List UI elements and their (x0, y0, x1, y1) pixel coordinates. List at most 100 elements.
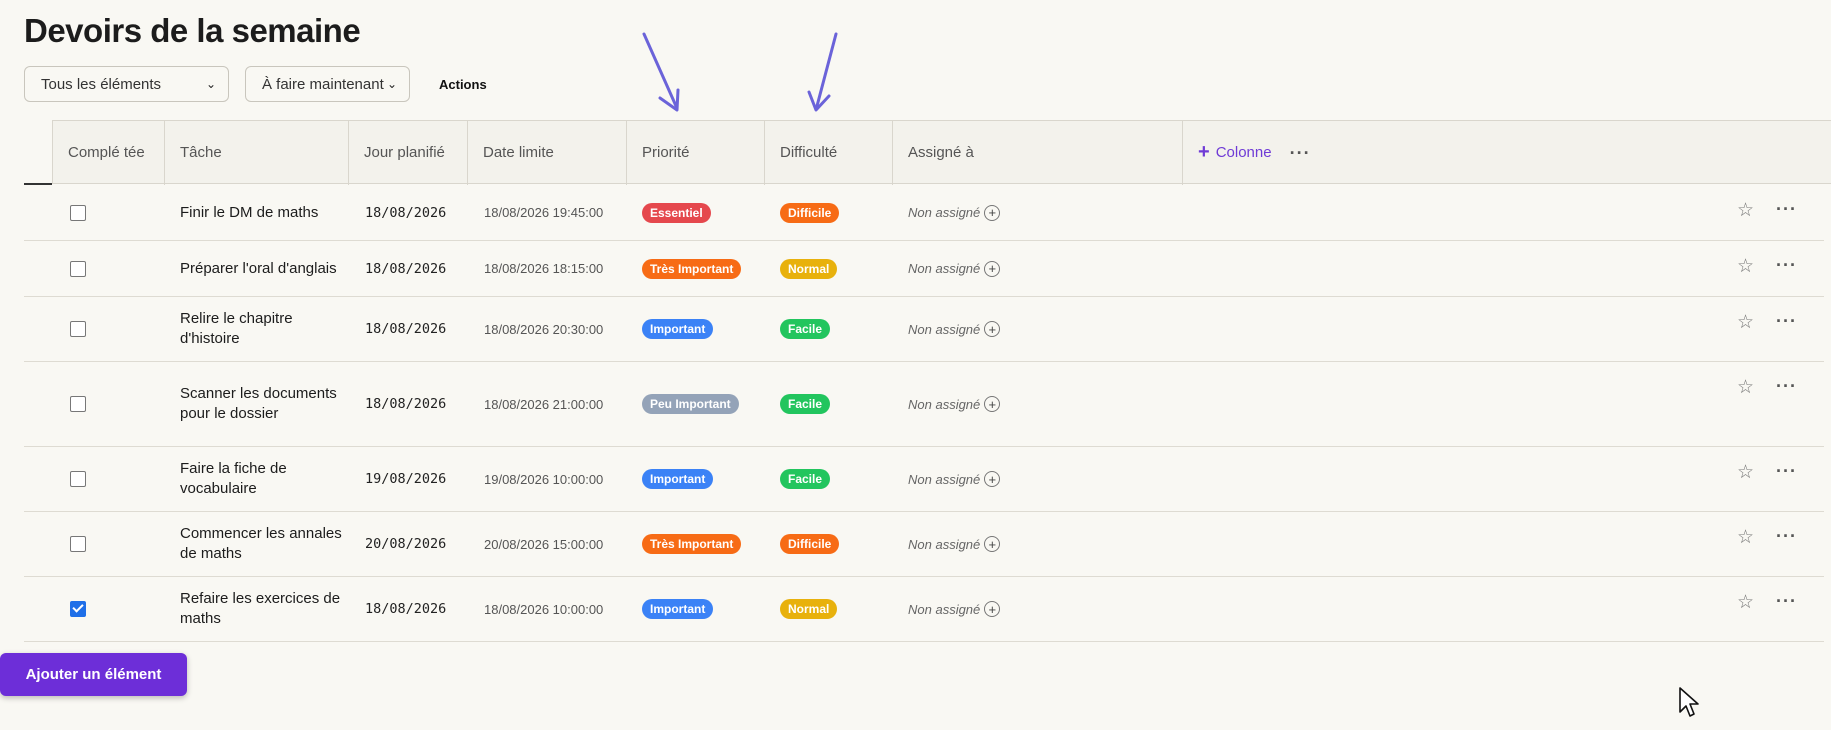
deadline[interactable]: 20/08/2026 15:00:00 (484, 512, 603, 576)
star-icon[interactable]: ☆ (1737, 591, 1754, 614)
planned-day[interactable]: 18/08/2026 (365, 185, 446, 240)
assignee-cell: Non assigné + (908, 447, 1001, 511)
assignee-cell: Non assigné + (908, 185, 1001, 240)
table-row[interactable]: Scanner les documents pour le dossier 18… (24, 362, 1824, 447)
priority-cell[interactable]: Important (642, 297, 714, 361)
completed-checkbox[interactable] (70, 321, 86, 337)
difficulty-cell[interactable]: Normal (780, 241, 838, 296)
deadline[interactable]: 18/08/2026 19:45:00 (484, 185, 603, 240)
deadline[interactable]: 18/08/2026 10:00:00 (484, 577, 603, 641)
add-assignee-icon[interactable]: + (984, 260, 1001, 277)
priority-cell[interactable]: Essentiel (642, 185, 711, 240)
add-column-button[interactable]: + Colonne (1198, 142, 1272, 163)
actions-button[interactable]: Actions (439, 77, 487, 92)
priority-badge: Essentiel (642, 202, 711, 223)
difficulty-cell[interactable]: Normal (780, 577, 838, 641)
planned-day[interactable]: 19/08/2026 (365, 447, 446, 511)
difficulty-cell[interactable]: Facile (780, 362, 831, 446)
difficulty-cell[interactable]: Difficile (780, 512, 840, 576)
add-item-button[interactable]: Ajouter un élément (0, 653, 187, 696)
more-options-icon[interactable]: ··· (1776, 199, 1797, 220)
more-options-icon[interactable]: ··· (1290, 143, 1311, 163)
add-assignee-icon[interactable]: + (984, 321, 1001, 337)
add-assignee-icon[interactable]: + (984, 536, 1001, 552)
more-options-icon[interactable]: ··· (1776, 526, 1797, 547)
annotation-arrow-priority (642, 32, 680, 112)
mouse-cursor-icon (1679, 687, 1699, 717)
more-options-icon[interactable]: ··· (1776, 461, 1797, 482)
priority-badge: Important (642, 469, 714, 489)
star-icon[interactable]: ☆ (1737, 199, 1754, 222)
task-name[interactable]: Refaire les exercices de maths (180, 577, 350, 641)
table-row[interactable]: Faire la fiche de vocabulaire 19/08/2026… (24, 447, 1824, 512)
priority-cell[interactable]: Important (642, 447, 714, 511)
completed-checkbox[interactable] (70, 601, 86, 617)
done-cell (24, 241, 124, 296)
table-row[interactable]: Commencer les annales de maths 20/08/202… (24, 512, 1824, 577)
page-title: Devoirs de la semaine (24, 12, 361, 49)
task-name[interactable]: Faire la fiche de vocabulaire (180, 447, 350, 511)
column-header-assigned[interactable]: Assigné à (893, 121, 1183, 185)
completed-checkbox[interactable] (70, 471, 86, 487)
task-name[interactable]: Scanner les documents pour le dossier (180, 362, 350, 446)
planned-day[interactable]: 18/08/2026 (365, 577, 446, 641)
done-cell (24, 185, 124, 240)
add-assignee-icon[interactable]: + (984, 396, 1001, 412)
difficulty-cell[interactable]: Facile (780, 297, 831, 361)
completed-checkbox[interactable] (70, 536, 86, 552)
assignee-label: Non assigné (908, 536, 981, 552)
planned-day[interactable]: 18/08/2026 (365, 241, 446, 296)
table-row[interactable]: Relire le chapitre d'histoire 18/08/2026… (24, 297, 1824, 362)
table-row[interactable]: Préparer l'oral d'anglais 18/08/2026 18/… (24, 241, 1824, 297)
filter-select[interactable]: Tous les éléments ⌄ (24, 66, 229, 102)
column-header-done[interactable]: Complé tée (53, 121, 165, 185)
deadline[interactable]: 19/08/2026 10:00:00 (484, 447, 603, 511)
task-name[interactable]: Finir le DM de maths (180, 185, 350, 240)
difficulty-badge: Normal (780, 258, 838, 279)
planned-day[interactable]: 20/08/2026 (365, 512, 446, 576)
star-icon[interactable]: ☆ (1737, 311, 1754, 334)
add-assignee-icon[interactable]: + (984, 601, 1001, 617)
completed-checkbox[interactable] (70, 260, 86, 277)
assignee-label: Non assigné (908, 471, 981, 487)
table-row[interactable]: Refaire les exercices de maths 18/08/202… (24, 577, 1824, 642)
priority-badge: Très Important (642, 534, 742, 554)
star-icon[interactable]: ☆ (1737, 376, 1754, 399)
priority-cell[interactable]: Très Important (642, 512, 742, 576)
more-options-icon[interactable]: ··· (1776, 376, 1797, 397)
more-options-icon[interactable]: ··· (1776, 255, 1797, 276)
column-header-priority[interactable]: Priorité (627, 121, 765, 185)
column-header-task[interactable]: Tâche (165, 121, 349, 185)
more-options-icon[interactable]: ··· (1776, 311, 1797, 332)
add-assignee-icon[interactable]: + (984, 204, 1001, 221)
more-options-icon[interactable]: ··· (1776, 591, 1797, 612)
status-select[interactable]: À faire maintenant ⌄ (245, 66, 410, 102)
star-icon[interactable]: ☆ (1737, 526, 1754, 549)
priority-cell[interactable]: Peu Important (642, 362, 739, 446)
difficulty-cell[interactable]: Facile (780, 447, 831, 511)
column-header-day[interactable]: Jour planifié (349, 121, 468, 185)
assignee-cell: Non assigné + (908, 577, 1001, 641)
completed-checkbox[interactable] (70, 396, 86, 412)
completed-checkbox[interactable] (70, 204, 86, 221)
planned-day[interactable]: 18/08/2026 (365, 297, 446, 361)
difficulty-badge: Normal (780, 599, 838, 619)
task-name[interactable]: Commencer les annales de maths (180, 512, 350, 576)
priority-cell[interactable]: Important (642, 577, 714, 641)
deadline[interactable]: 18/08/2026 20:30:00 (484, 297, 603, 361)
column-header-deadline[interactable]: Date limite (468, 121, 627, 185)
task-name[interactable]: Relire le chapitre d'histoire (180, 297, 350, 361)
planned-day[interactable]: 18/08/2026 (365, 362, 446, 446)
star-icon[interactable]: ☆ (1737, 255, 1754, 278)
deadline[interactable]: 18/08/2026 21:00:00 (484, 362, 603, 446)
task-name[interactable]: Préparer l'oral d'anglais (180, 241, 350, 296)
priority-cell[interactable]: Très Important (642, 241, 742, 296)
chevron-down-icon: ⌄ (386, 77, 397, 91)
table-row[interactable]: Finir le DM de maths 18/08/2026 18/08/20… (24, 185, 1824, 241)
difficulty-cell[interactable]: Difficile (780, 185, 840, 240)
star-icon[interactable]: ☆ (1737, 461, 1754, 484)
column-header-difficulty[interactable]: Difficulté (765, 121, 893, 185)
add-assignee-icon[interactable]: + (984, 471, 1001, 487)
assignee-label: Non assigné (908, 261, 981, 276)
deadline[interactable]: 18/08/2026 18:15:00 (484, 241, 603, 296)
